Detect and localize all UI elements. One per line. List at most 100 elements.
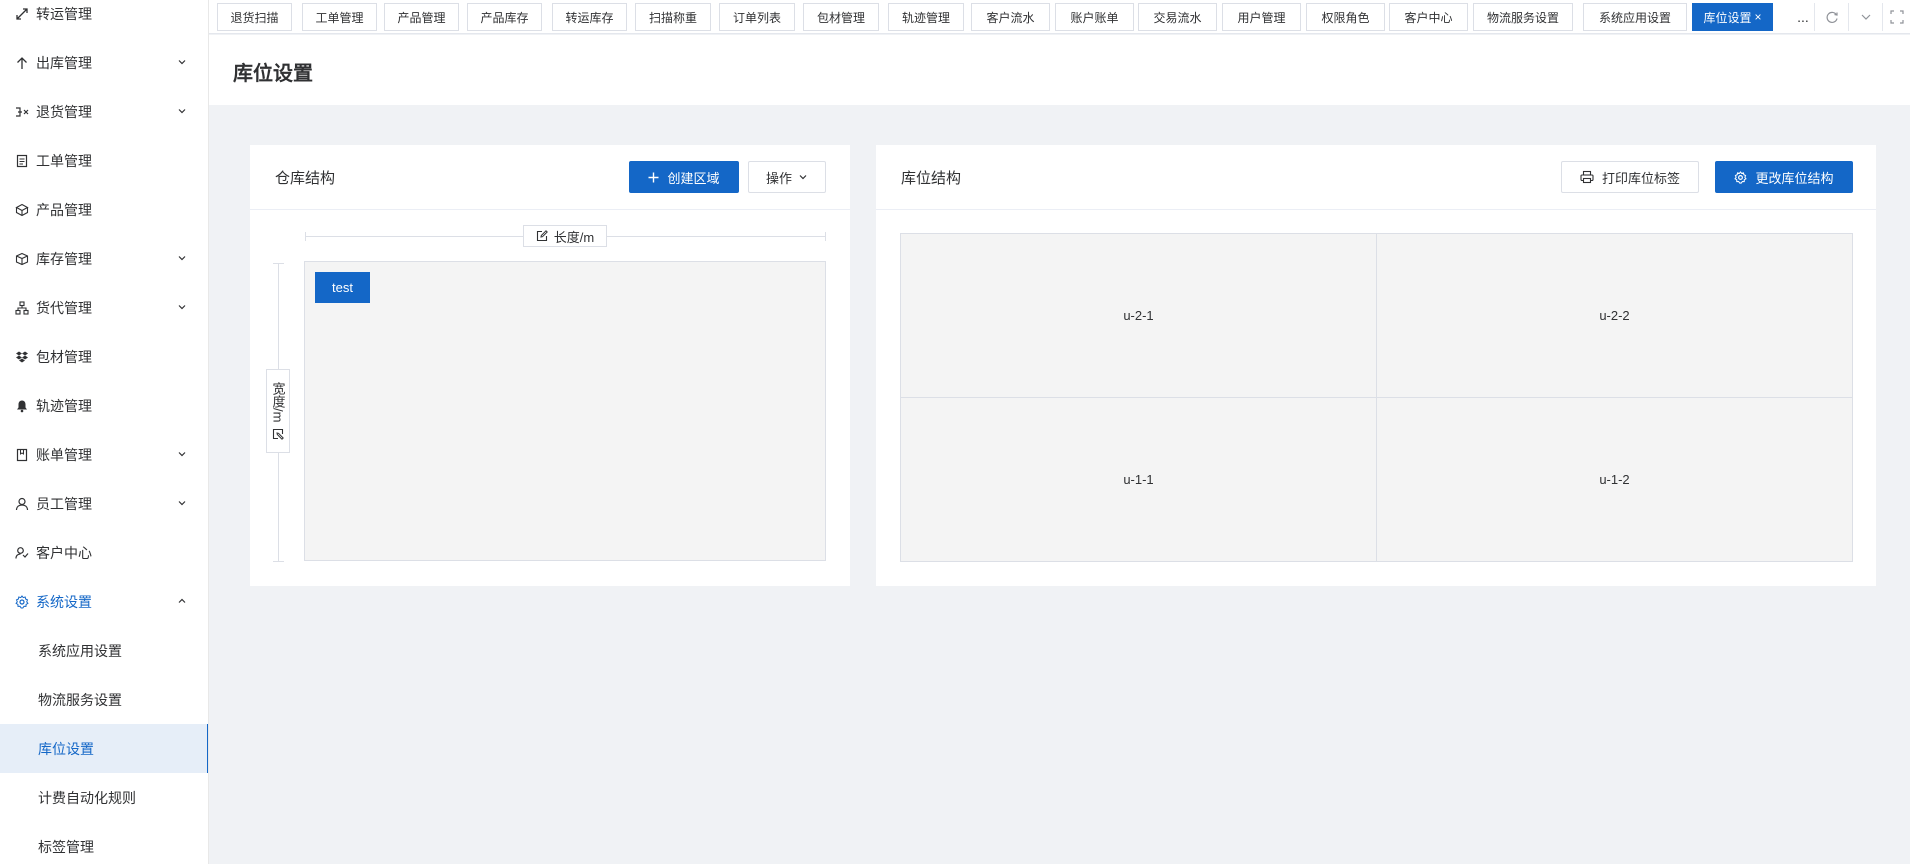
- sidebar-item-outbound[interactable]: 出库管理: [0, 38, 208, 87]
- width-label-text: 宽度/m: [270, 381, 286, 423]
- sidebar-item-label: 转运管理: [36, 5, 92, 22]
- location-cell[interactable]: u-1-1: [900, 397, 1377, 562]
- sidebar-subitem-logistics-settings[interactable]: 物流服务设置: [0, 675, 208, 724]
- sidebar-subitem-label-management[interactable]: 标签管理: [0, 822, 208, 864]
- sidebar-subitem-billing-rules[interactable]: 计费自动化规则: [0, 773, 208, 822]
- sidebar-subitem-label: 标签管理: [38, 838, 94, 855]
- change-structure-button[interactable]: 更改库位结构: [1715, 161, 1853, 193]
- close-icon[interactable]: ×: [1755, 10, 1762, 24]
- tab-logistics-settings[interactable]: 物流服务设置: [1473, 3, 1573, 31]
- location-label: u-2-2: [1599, 308, 1630, 323]
- tab-label: 工单管理: [315, 10, 364, 25]
- tab-label: 库位设置: [1703, 10, 1752, 25]
- tab-user-management[interactable]: 用户管理: [1222, 3, 1301, 31]
- sidebar-item-system-settings[interactable]: 系统设置: [0, 577, 208, 626]
- tab-label: 客户流水: [986, 10, 1035, 25]
- sidebar-item-label: 员工管理: [36, 495, 92, 512]
- tab-packaging[interactable]: 包材管理: [803, 3, 879, 31]
- location-cell[interactable]: u-2-1: [900, 233, 1377, 398]
- box-icon: [14, 251, 30, 267]
- tab-product-stock[interactable]: 产品库存: [467, 3, 542, 31]
- sidebar-item-staff[interactable]: 员工管理: [0, 479, 208, 528]
- sidebar-item-label: 系统设置: [36, 593, 92, 610]
- gear-icon: [14, 594, 30, 610]
- tab-products[interactable]: 产品管理: [384, 3, 459, 31]
- tab-label: 扫描称重: [648, 10, 697, 25]
- refresh-icon[interactable]: [1814, 3, 1848, 31]
- tab-transactions[interactable]: 交易流水: [1138, 3, 1217, 31]
- customer-icon: [14, 545, 30, 561]
- chevron-down-icon: [175, 447, 189, 461]
- tab-label: 系统应用设置: [1598, 10, 1671, 25]
- tab-customer-flow[interactable]: 客户流水: [971, 3, 1050, 31]
- zone-block[interactable]: test: [315, 272, 370, 303]
- sidebar-item-customer-center[interactable]: 客户中心: [0, 528, 208, 577]
- card-title: 仓库结构: [275, 170, 336, 187]
- chevron-down-icon: [175, 104, 189, 118]
- tab-label: 账户账单: [1070, 10, 1119, 25]
- operations-dropdown[interactable]: 操作: [748, 161, 826, 193]
- sidebar-item-tracking[interactable]: 轨迹管理: [0, 381, 208, 430]
- sidebar-item-returns[interactable]: 退货管理: [0, 87, 208, 136]
- sidebar-subitem-app-settings[interactable]: 系统应用设置: [0, 626, 208, 675]
- sidebar-item-label: 库存管理: [36, 250, 92, 267]
- sidebar-item-inventory[interactable]: 库存管理: [0, 234, 208, 283]
- sidebar-subitem-label: 计费自动化规则: [38, 789, 136, 806]
- location-label: u-2-1: [1123, 308, 1154, 323]
- button-label: 更改库位结构: [1755, 170, 1834, 186]
- location-cell[interactable]: u-2-2: [1376, 233, 1853, 398]
- tab-label: 产品管理: [397, 10, 446, 25]
- tab-workorders[interactable]: 工单管理: [302, 3, 377, 31]
- tab-label: 退货扫描: [230, 10, 279, 25]
- ruler-tick: [273, 263, 284, 264]
- location-cell[interactable]: u-1-2: [1376, 397, 1853, 562]
- sidebar-item-forwarders[interactable]: 货代管理: [0, 283, 208, 332]
- plus-icon: [648, 172, 659, 183]
- sidebar-item-products[interactable]: 产品管理: [0, 185, 208, 234]
- chevron-down-icon: [175, 55, 189, 69]
- tab-app-settings[interactable]: 系统应用设置: [1583, 3, 1687, 31]
- create-zone-button[interactable]: 创建区域: [629, 161, 739, 193]
- print-labels-button[interactable]: 打印库位标签: [1561, 161, 1699, 193]
- tab-label: 转运库存: [565, 10, 614, 25]
- return-icon: [14, 104, 30, 120]
- tab-label: 物流服务设置: [1486, 10, 1559, 25]
- chevron-up-icon: [175, 594, 189, 608]
- tab-label: 包材管理: [816, 10, 865, 25]
- gear-icon: [1734, 170, 1748, 184]
- bell-icon: [14, 398, 30, 414]
- tab-account-bills[interactable]: 账户账单: [1055, 3, 1134, 31]
- sidebar-item-label: 工单管理: [36, 152, 92, 169]
- card-header: 库位结构 打印库位标签 更改库位结构: [876, 145, 1876, 210]
- sidebar-item-workorders[interactable]: 工单管理: [0, 136, 208, 185]
- edit-icon: [272, 428, 284, 441]
- tab-tracking[interactable]: 轨迹管理: [888, 3, 964, 31]
- sidebar-item-label: 客户中心: [36, 544, 92, 561]
- chevron-down-icon: [175, 496, 189, 510]
- tab-scan-weigh[interactable]: 扫描称重: [635, 3, 711, 31]
- tab-roles[interactable]: 权限角色: [1306, 3, 1385, 31]
- tab-location-settings[interactable]: 库位设置 ×: [1692, 3, 1773, 31]
- sidebar-item-billing[interactable]: 账单管理: [0, 430, 208, 479]
- length-label[interactable]: 长度/m: [523, 225, 607, 247]
- location-label: u-1-2: [1599, 472, 1630, 487]
- tab-order-list[interactable]: 订单列表: [719, 3, 795, 31]
- sidebar-item-label: 退货管理: [36, 103, 92, 120]
- cube-icon: [14, 202, 30, 218]
- location-grid: u-2-1 u-2-2 u-1-1 u-1-2: [900, 233, 1853, 562]
- tab-label: 轨迹管理: [901, 10, 950, 25]
- tab-label: 产品库存: [480, 10, 529, 25]
- chevron-down-icon: [175, 300, 189, 314]
- sidebar-item-transfer[interactable]: 转运管理: [0, 0, 208, 38]
- tab-customer-center[interactable]: 客户中心: [1389, 3, 1468, 31]
- tab-return-scan[interactable]: 退货扫描: [217, 3, 292, 31]
- chevron-down-icon[interactable]: [1848, 3, 1882, 31]
- width-label[interactable]: 宽度/m: [266, 369, 290, 453]
- sidebar-subitem-label: 系统应用设置: [38, 642, 122, 659]
- fullscreen-icon[interactable]: [1882, 3, 1910, 31]
- warehouse-canvas[interactable]: test: [304, 261, 826, 561]
- page-header: 库位设置: [209, 35, 1910, 105]
- sidebar-subitem-location-settings[interactable]: 库位设置: [0, 724, 208, 773]
- tab-transfer-stock[interactable]: 转运库存: [552, 3, 627, 31]
- sidebar-item-packaging[interactable]: 包材管理: [0, 332, 208, 381]
